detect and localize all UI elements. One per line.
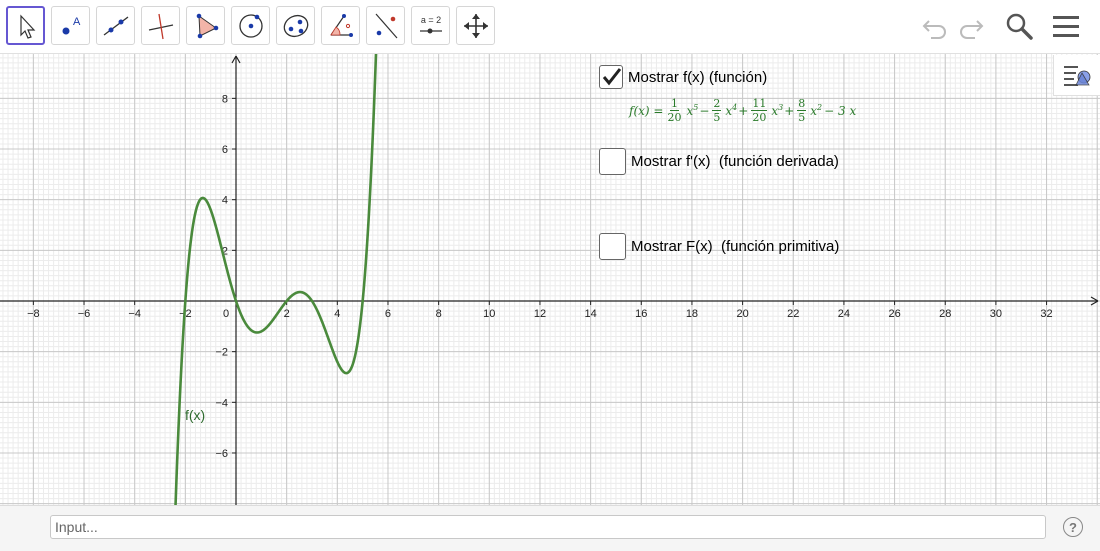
function-formula: f(x) = 1 20 x5 − 25 x4 + 11 20 x3 + 85 x2 … xyxy=(629,97,857,124)
perpendicular-tool-button[interactable] xyxy=(141,6,180,45)
undo-icon xyxy=(922,20,946,39)
x-tick-label: 6 xyxy=(385,308,391,320)
ellipse-tool-button[interactable] xyxy=(276,6,315,45)
x-tick-label: 24 xyxy=(838,308,850,320)
x-tick-label: 2 xyxy=(284,308,290,320)
style-bar-toggle[interactable] xyxy=(1053,55,1100,96)
x-tick-label: 16 xyxy=(635,308,647,320)
search-icon xyxy=(1006,13,1033,40)
checkbox-label: Mostrar f'(x) (función derivada) xyxy=(631,153,839,170)
checkbox-box[interactable] xyxy=(599,233,626,260)
x-tick-label: 8 xyxy=(436,308,442,320)
x-tick-label: −8 xyxy=(27,308,40,320)
formula-fraction: 1 20 xyxy=(667,97,682,124)
formula-lhs: f(x) = xyxy=(629,103,664,118)
circle-tool-button[interactable] xyxy=(231,6,270,45)
checkbox-show-derivative[interactable]: Mostrar f'(x) (función derivada) xyxy=(599,148,839,175)
x-tick-label: 4 xyxy=(334,308,340,320)
x-tick-label: 32 xyxy=(1040,308,1052,320)
y-tick-label: −6 xyxy=(215,448,228,460)
graphics-view[interactable]: −8 −6 −4 −2 0 2 4 6 8 10 12 14 16 18 20 22 24 26 28 30 32 8 6 4… xyxy=(0,54,1100,505)
input-bar: ? xyxy=(0,505,1100,551)
coordinate-plane[interactable]: −8 −6 −4 −2 0 2 4 6 8 10 12 14 16 18 20 22 24 26 28 30 32864… xyxy=(0,54,1100,505)
angle-icon xyxy=(329,13,353,37)
x-tick-label: −4 xyxy=(128,308,141,320)
x-tick-label: 20 xyxy=(736,308,748,320)
arrow-cursor-icon xyxy=(19,13,35,39)
move-graphics-tool-button[interactable] xyxy=(456,6,495,45)
slider-icon: a = 2 xyxy=(419,15,442,33)
redo-button[interactable] xyxy=(956,8,986,44)
x-tick-label: 12 xyxy=(534,308,546,320)
style-bar-icon xyxy=(1064,66,1091,86)
x-tick-label: 18 xyxy=(686,308,698,320)
angle-tool-button[interactable] xyxy=(321,6,360,45)
x-tick-label: 0 xyxy=(223,308,229,320)
point-tool-button[interactable]: A xyxy=(51,6,90,45)
svg-text:A: A xyxy=(73,16,81,28)
polygon-icon xyxy=(196,13,218,38)
y-tick-label: 4 xyxy=(222,195,228,207)
move-arrows-icon xyxy=(463,13,488,38)
y-tick-label: −2 xyxy=(215,347,228,359)
menu-icon xyxy=(1053,16,1079,37)
reflect-about-line-icon xyxy=(375,13,397,38)
circle-center-point-icon xyxy=(238,13,263,38)
x-tick-label: 22 xyxy=(787,308,799,320)
checkbox-label: Mostrar F(x) (función primitiva) xyxy=(631,238,840,255)
menu-button[interactable] xyxy=(1050,8,1082,44)
line-icon xyxy=(103,15,128,36)
slider-tool-button[interactable]: a = 2 xyxy=(411,6,450,45)
checkbox-show-primitive[interactable]: Mostrar F(x) (función primitiva) xyxy=(599,233,839,260)
checkbox-show-f[interactable]: Mostrar f(x) (función) xyxy=(599,65,767,89)
x-tick-label: −6 xyxy=(78,308,91,320)
search-button[interactable] xyxy=(1003,8,1035,44)
y-tick-label: −4 xyxy=(215,397,228,409)
move-tool-button[interactable] xyxy=(6,6,45,45)
polygon-tool-button[interactable] xyxy=(186,6,225,45)
checkbox-label: Mostrar f(x) (función) xyxy=(628,68,768,86)
checkbox-box[interactable] xyxy=(599,65,623,89)
x-tick-label: 10 xyxy=(483,308,495,320)
svg-text:a = 2: a = 2 xyxy=(420,15,440,25)
perpendicular-line-icon xyxy=(148,13,173,39)
point-icon: A xyxy=(62,16,81,34)
line-tool-button[interactable] xyxy=(96,6,135,45)
reflect-tool-button[interactable] xyxy=(366,6,405,45)
checkbox-box[interactable] xyxy=(599,148,626,175)
checkmark-icon xyxy=(602,68,622,86)
formula-fraction: 11 20 xyxy=(751,97,768,124)
function-label: f(x) xyxy=(185,407,205,423)
algebra-input[interactable] xyxy=(50,515,1046,539)
x-tick-label: 28 xyxy=(939,308,951,320)
x-tick-label: 26 xyxy=(888,308,900,320)
ellipse-icon xyxy=(283,14,308,37)
formula-fraction: 25 xyxy=(712,97,722,124)
formula-fraction: 85 xyxy=(797,97,807,124)
x-tick-label: 30 xyxy=(990,308,1002,320)
x-tick-label: 14 xyxy=(584,308,596,320)
undo-button[interactable] xyxy=(920,8,950,44)
y-tick-label: 6 xyxy=(222,144,228,156)
question-icon: ? xyxy=(1069,519,1077,535)
redo-icon xyxy=(960,20,984,39)
help-button[interactable]: ? xyxy=(1063,517,1083,537)
y-tick-label: 8 xyxy=(222,93,228,105)
toolbar: A a = 2 xyxy=(0,0,1100,54)
